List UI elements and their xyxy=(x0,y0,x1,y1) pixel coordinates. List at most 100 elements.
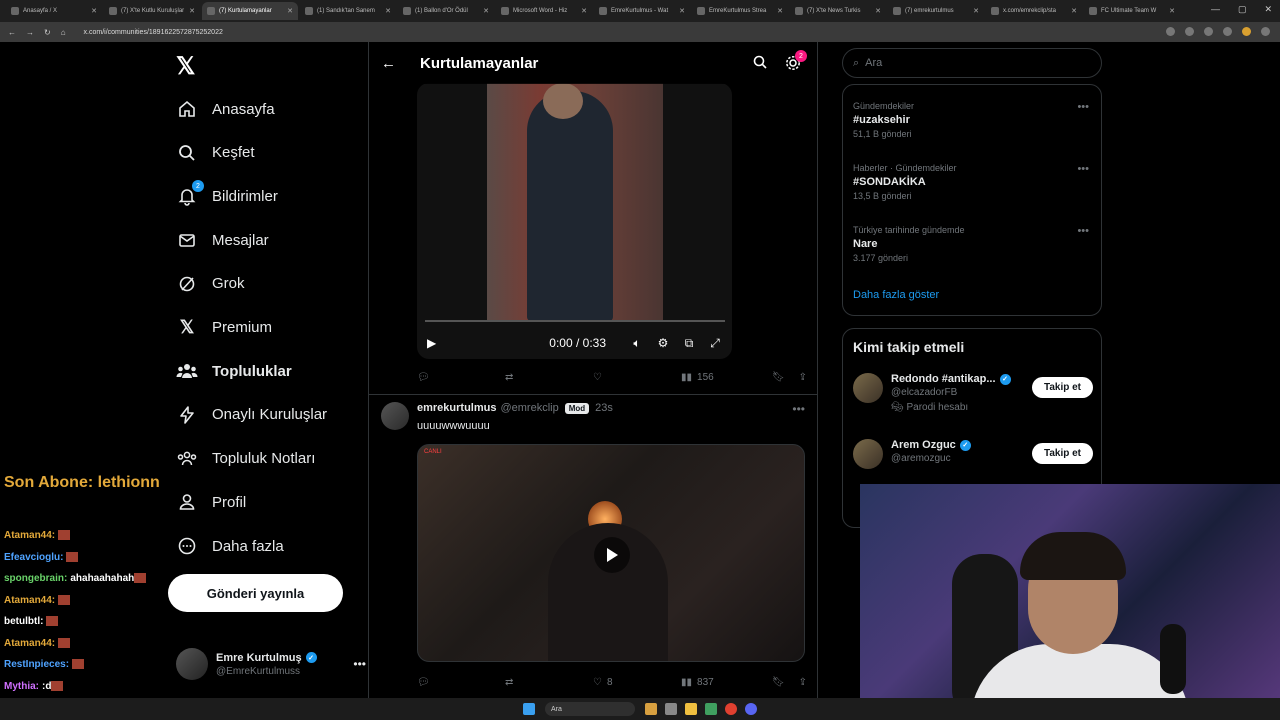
search-icon[interactable] xyxy=(753,55,767,74)
avatar[interactable] xyxy=(381,402,409,430)
like-icon[interactable]: ♡ xyxy=(593,372,681,383)
extension-icon[interactable] xyxy=(1166,27,1175,36)
bookmark-icon[interactable]: 🔖︎ xyxy=(772,677,785,688)
bookmark-star-icon[interactable] xyxy=(1204,27,1213,36)
browser-tab[interactable]: EmreKurtulmus - Wat ✕ xyxy=(594,2,690,20)
extension-icon[interactable] xyxy=(1223,27,1232,36)
discord-icon[interactable] xyxy=(745,703,757,715)
profile-avatar-icon[interactable] xyxy=(1242,27,1251,36)
browser-tab[interactable]: Anasayfa / X ✕ xyxy=(6,2,102,20)
trend-item[interactable]: Haberler · Gündemdekiler #SONDAKİKA 13,5 B… xyxy=(853,163,1093,201)
nav-item[interactable]: Mesajlar xyxy=(176,225,269,255)
back-arrow-icon[interactable]: ← xyxy=(381,55,396,72)
browser-tab[interactable]: (7) X'te Kutlu Kuruluşlar ✕ xyxy=(104,2,200,20)
follow-button[interactable]: Takip et xyxy=(1031,377,1093,398)
retweet-icon[interactable]: ⇄ xyxy=(505,677,593,688)
nav-item[interactable]: 2 Bildirimler xyxy=(176,180,278,211)
nav-item[interactable]: Anasayfa xyxy=(176,94,275,124)
windows-start-icon[interactable] xyxy=(523,703,535,715)
close-tab-icon[interactable]: ✕ xyxy=(483,7,489,15)
share-icon[interactable]: ⇪ xyxy=(799,372,807,383)
chrome-icon[interactable] xyxy=(725,703,737,715)
share-icon[interactable]: ⇪ xyxy=(799,677,807,688)
tweet-time[interactable]: 23s xyxy=(595,402,613,414)
like-stat[interactable]: ♡ 8 xyxy=(593,677,681,688)
views-stat[interactable]: ▮▮ 837 xyxy=(681,677,769,688)
browser-tab[interactable]: EmreKurtulmus Strea ✕ xyxy=(692,2,788,20)
play-icon[interactable]: ▶ xyxy=(427,336,436,350)
views-stat[interactable]: ▮▮ 156 xyxy=(681,372,769,383)
back-icon[interactable]: ← xyxy=(8,28,16,37)
show-more-link[interactable]: Daha fazla göster xyxy=(853,289,939,301)
nav-item[interactable]: Grok xyxy=(176,269,245,299)
fullscreen-icon[interactable]: ⤢ xyxy=(708,336,722,350)
more-options-icon[interactable]: ••• xyxy=(792,402,805,416)
close-tab-icon[interactable]: ✕ xyxy=(1071,7,1077,15)
browser-tab[interactable]: Microsoft Word - Hiz ✕ xyxy=(496,2,592,20)
browser-tab[interactable]: (7) X'te News Turkis ✕ xyxy=(790,2,886,20)
widgets-icon[interactable] xyxy=(645,703,657,715)
avatar[interactable] xyxy=(853,439,883,469)
pip-icon[interactable]: ⧉ xyxy=(682,336,696,350)
close-tab-icon[interactable]: ✕ xyxy=(679,7,685,15)
nav-item[interactable]: Topluluk Notları xyxy=(176,444,315,474)
reply-icon[interactable]: 💬︎ xyxy=(417,372,505,383)
nav-item[interactable]: Topluluklar xyxy=(176,356,292,386)
browser-tab[interactable]: x.com/emrekclip/sta ✕ xyxy=(986,2,1082,20)
nav-item[interactable]: Onaylı Kuruluşlar xyxy=(176,400,327,430)
close-tab-icon[interactable]: ✕ xyxy=(189,7,195,15)
forward-icon[interactable]: → xyxy=(26,28,34,37)
post-button[interactable]: Gönderi yayınla xyxy=(168,574,343,612)
reload-icon[interactable]: ↻ xyxy=(44,28,51,37)
volume-icon[interactable]: 🔈︎ xyxy=(630,336,644,350)
taskbar-search[interactable]: Ara xyxy=(545,702,635,716)
trend-item[interactable]: Gündemdekiler #uzaksehir 51,1 B gönderi ••• xyxy=(853,101,1093,139)
close-window-icon[interactable]: ✕ xyxy=(1264,4,1272,15)
follow-suggestion[interactable]: Redondo #antikap... ✓ @elcazadorFB 🎭︎ Parod… xyxy=(853,373,1093,413)
nav-item[interactable]: Daha fazla xyxy=(176,531,284,561)
browser-tab[interactable]: (1) Sandık'tan Sanem ✕ xyxy=(300,2,396,20)
close-tab-icon[interactable]: ✕ xyxy=(581,7,587,15)
extension-icon[interactable] xyxy=(1185,27,1194,36)
nav-item[interactable]: Profil xyxy=(176,487,246,517)
close-tab-icon[interactable]: ✕ xyxy=(91,7,97,15)
browser-tab[interactable]: (7) emrekurtulmus ✕ xyxy=(888,2,984,20)
video-player[interactable]: CANLI xyxy=(417,444,805,662)
browser-tab[interactable]: (1) Ballon d'Or Ödül ✕ xyxy=(398,2,494,20)
close-tab-icon[interactable]: ✕ xyxy=(973,7,979,15)
browser-menu-icon[interactable] xyxy=(1261,27,1270,36)
more-options-icon[interactable]: ••• xyxy=(1077,101,1089,113)
more-options-icon[interactable]: ••• xyxy=(353,657,366,671)
close-tab-icon[interactable]: ✕ xyxy=(287,7,293,15)
play-icon[interactable] xyxy=(594,537,630,573)
tweet-handle[interactable]: @emrekclip xyxy=(500,402,558,414)
trend-item[interactable]: Türkiye tarihinde gündemde Nare 3.177 gönd… xyxy=(853,225,1093,263)
follow-button[interactable]: Takip et xyxy=(1031,443,1093,464)
retweet-icon[interactable]: ⇄ xyxy=(505,372,593,383)
tweet-author[interactable]: emrekurtulmus xyxy=(417,402,496,414)
browser-tab[interactable]: FC Ultimate Team W ✕ xyxy=(1084,2,1180,20)
follow-suggestion[interactable]: Arem Ozguc ✓ @aremozguc Takip et xyxy=(853,439,1093,479)
close-tab-icon[interactable]: ✕ xyxy=(875,7,881,15)
account-switcher[interactable]: Emre Kurtulmuş ✓ @EmreKurtulmuss ••• xyxy=(176,646,366,682)
nav-item[interactable]: Keşfet xyxy=(176,138,255,168)
tweet[interactable]: emrekurtulmus @emrekclip Mod 23s ••• uuu… xyxy=(369,398,817,698)
home-browser-icon[interactable]: ⌂ xyxy=(61,28,66,37)
task-view-icon[interactable] xyxy=(665,703,677,715)
video-progress-bar[interactable] xyxy=(425,320,725,322)
more-options-icon[interactable]: ••• xyxy=(1077,163,1089,175)
avatar[interactable] xyxy=(853,373,883,403)
close-tab-icon[interactable]: ✕ xyxy=(777,7,783,15)
reply-icon[interactable]: 💬︎ xyxy=(417,677,505,688)
close-tab-icon[interactable]: ✕ xyxy=(1169,7,1175,15)
file-explorer-icon[interactable] xyxy=(685,703,697,715)
video-settings-icon[interactable]: ⚙︎ xyxy=(656,336,670,350)
close-tab-icon[interactable]: ✕ xyxy=(385,7,391,15)
maximize-icon[interactable]: ▢ xyxy=(1238,4,1247,15)
bookmark-icon[interactable]: 🔖︎ xyxy=(772,372,785,383)
url-field[interactable]: x.com/i/communities/1891622572875252022 xyxy=(84,29,223,36)
x-logo-icon[interactable]: 𝕏 xyxy=(176,52,195,81)
video-player[interactable]: ▶ 0:00 / 0:33 🔈︎ ⚙︎ ⧉ ⤢ xyxy=(417,83,732,359)
more-options-icon[interactable]: ••• xyxy=(1077,225,1089,237)
browser-tab[interactable]: (7) Kurtulamayanlar ✕ xyxy=(202,2,298,20)
